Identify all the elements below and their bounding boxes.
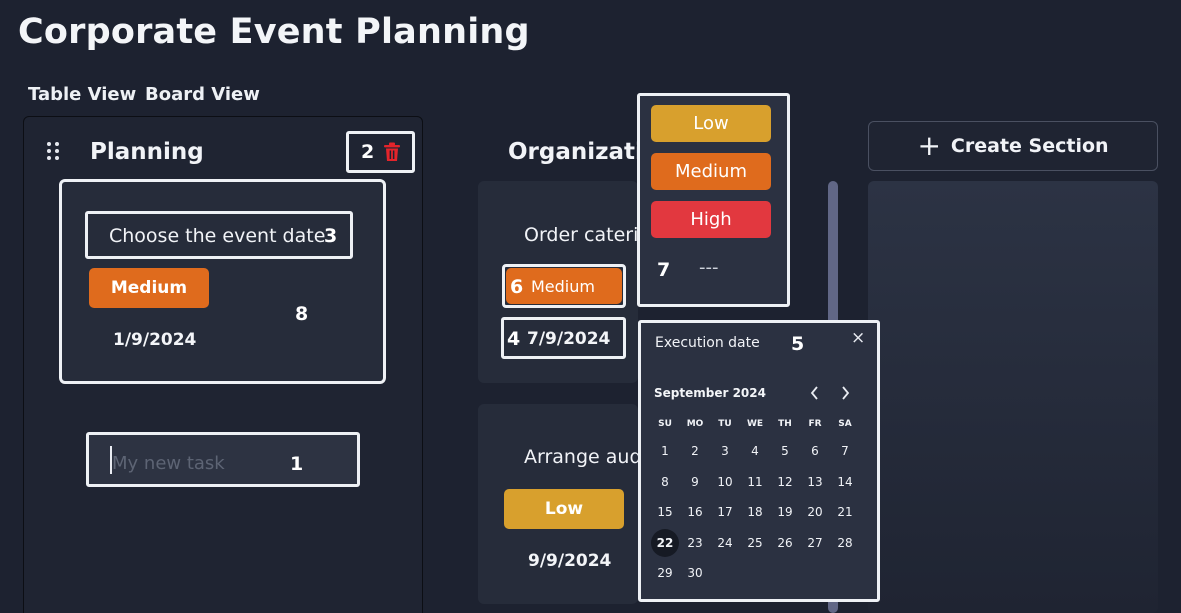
calendar-day[interactable]: 4: [740, 436, 770, 467]
column-count-delete-box: [346, 131, 415, 173]
calendar-day[interactable]: 11: [740, 467, 770, 498]
priority-badge[interactable]: Medium: [506, 268, 622, 304]
calendar-day[interactable]: 13: [800, 467, 830, 498]
calendar-month: September 2024: [654, 386, 766, 400]
weekday-label: MO: [686, 419, 704, 429]
task-title[interactable]: Arrange audi: [524, 446, 638, 468]
task-title[interactable]: Order caterin: [524, 224, 638, 246]
calendar-day[interactable]: 5: [770, 436, 800, 467]
calendar-day[interactable]: 19: [770, 497, 800, 528]
calendar-day[interactable]: 30: [680, 558, 710, 589]
trash-icon[interactable]: [383, 142, 401, 162]
calendar-grid: SU MO TU WE TH FR SA 1 2 3 4 5 6 7 8 9 10 11 12 13 14 15 16 17 1…: [650, 412, 860, 589]
calendar-day[interactable]: 8: [650, 467, 680, 498]
annotation-8: 8: [295, 303, 309, 325]
calendar-day[interactable]: 23: [680, 528, 710, 559]
calendar-day[interactable]: 18: [740, 497, 770, 528]
calendar-day[interactable]: 21: [830, 497, 860, 528]
annotation-1: 1: [290, 453, 304, 475]
weekday-label: SA: [838, 419, 852, 429]
calendar-day[interactable]: 14: [830, 467, 860, 498]
task-title[interactable]: Choose the event date: [109, 225, 325, 247]
calendar-day[interactable]: 24: [710, 528, 740, 559]
priority-option-none[interactable]: ---: [699, 257, 719, 278]
weekday-label: TU: [718, 419, 732, 429]
column-task-count: 2: [361, 141, 375, 163]
annotation-7: 7: [657, 259, 671, 281]
priority-option-low[interactable]: Low: [651, 105, 771, 142]
calendar-day[interactable]: 28: [830, 528, 860, 559]
calendar-day[interactable]: 29: [650, 558, 680, 589]
organization-column-title: Organizatio: [508, 139, 638, 165]
calendar-day[interactable]: 26: [770, 528, 800, 559]
calendar-day-selected[interactable]: 22: [650, 528, 680, 559]
tab-board-view[interactable]: Board View: [145, 84, 260, 105]
calendar-day[interactable]: 7: [830, 436, 860, 467]
calendar-day[interactable]: 27: [800, 528, 830, 559]
annotation-6: 6: [510, 276, 524, 298]
date-picker-title: Execution date: [655, 335, 760, 351]
calendar-day[interactable]: 6: [800, 436, 830, 467]
calendar-day[interactable]: 1: [650, 436, 680, 467]
task-date[interactable]: 1/9/2024: [113, 330, 196, 350]
priority-option-medium[interactable]: Medium: [651, 153, 771, 190]
priority-badge[interactable]: Low: [504, 489, 624, 529]
close-icon[interactable]: ×: [851, 328, 865, 348]
create-section-button[interactable]: + Create Section: [868, 121, 1158, 171]
weekday-label: WE: [746, 419, 764, 429]
priority-badge[interactable]: Medium: [89, 268, 209, 308]
calendar-day[interactable]: 20: [800, 497, 830, 528]
task-date[interactable]: 7/9/2024: [527, 329, 610, 349]
drag-handle-icon[interactable]: [47, 142, 61, 162]
weekday-label: SU: [658, 419, 672, 429]
calendar-day[interactable]: 25: [740, 528, 770, 559]
calendar-day[interactable]: 2: [680, 436, 710, 467]
new-section-area: [868, 181, 1158, 613]
priority-option-high[interactable]: High: [651, 201, 771, 238]
task-date[interactable]: 9/9/2024: [528, 551, 611, 571]
new-task-input[interactable]: My new task: [112, 453, 225, 474]
weekday-label: FR: [808, 419, 822, 429]
calendar-day[interactable]: 12: [770, 467, 800, 498]
page-title: Corporate Event Planning: [18, 12, 530, 52]
create-section-label: Create Section: [950, 135, 1109, 157]
calendar-day[interactable]: 16: [680, 497, 710, 528]
tab-table-view[interactable]: Table View: [28, 84, 136, 105]
calendar-day[interactable]: 3: [710, 436, 740, 467]
annotation-5: 5: [791, 333, 805, 355]
chevron-left-icon[interactable]: [808, 385, 822, 405]
planning-column-title: Planning: [90, 139, 204, 165]
calendar-day[interactable]: 15: [650, 497, 680, 528]
weekday-label: TH: [778, 419, 792, 429]
annotation-3: 3: [324, 225, 338, 247]
annotation-4: 4: [507, 328, 521, 350]
calendar-day[interactable]: 9: [680, 467, 710, 498]
plus-icon: +: [917, 129, 941, 162]
calendar-day[interactable]: 10: [710, 467, 740, 498]
chevron-right-icon[interactable]: [838, 385, 852, 405]
calendar-day[interactable]: 17: [710, 497, 740, 528]
